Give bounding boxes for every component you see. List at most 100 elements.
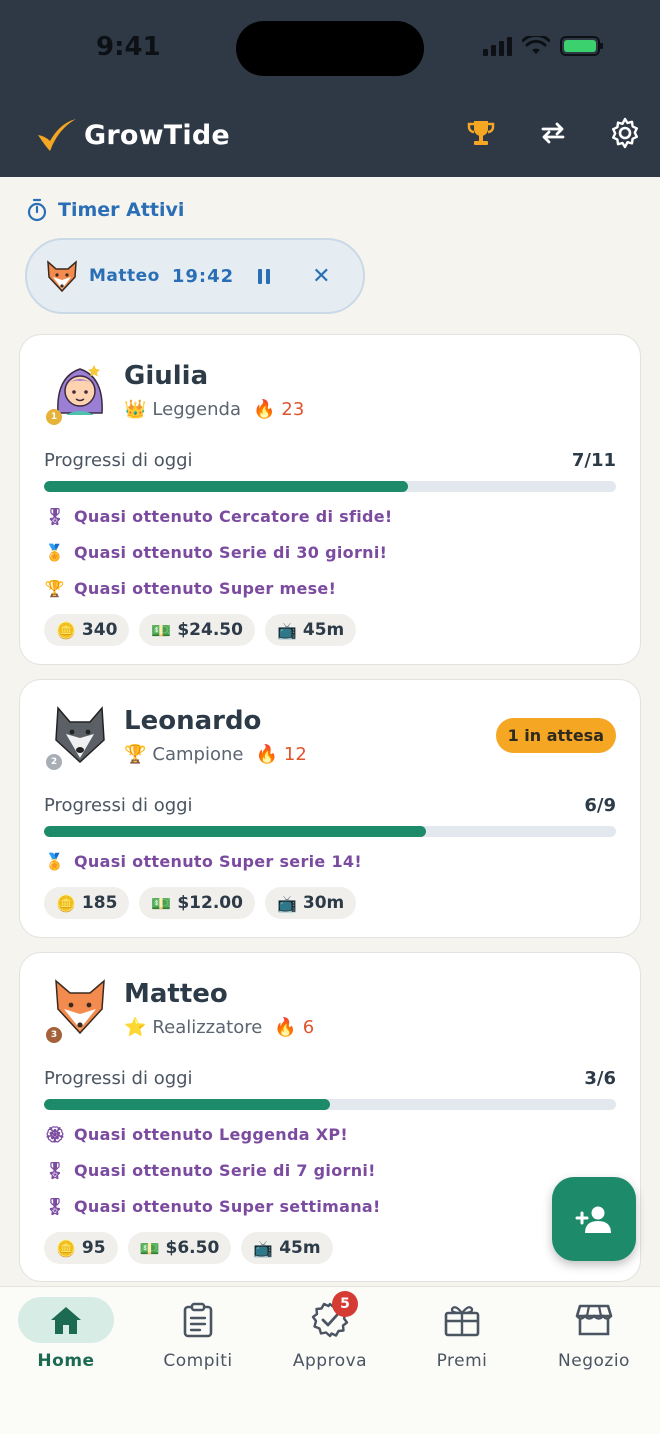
settings-button[interactable] [608, 116, 642, 150]
tv-icon: 📺 [253, 1238, 274, 1258]
tab-home[interactable]: Home [6, 1297, 126, 1371]
progress-bar [44, 481, 616, 492]
fire-icon: 🔥 [253, 399, 276, 420]
kid-name: Giulia [124, 361, 209, 391]
trophy-icon [467, 121, 495, 145]
fire-icon: 🔥 [255, 744, 278, 765]
swap-icon [541, 122, 565, 144]
streak-count: 23 [281, 399, 305, 420]
home-icon [51, 1307, 81, 1334]
brand: GrowTide [36, 117, 230, 153]
achievement-item: 🏵 Quasi ottenuto Leggenda XP! [44, 1122, 616, 1146]
tv-icon: 📺 [276, 893, 297, 913]
kid-level: Leggenda [152, 399, 241, 420]
coins-icon: 🪙 [56, 1238, 76, 1258]
store-icon [575, 1304, 613, 1336]
pending-badge[interactable]: 1 in attesa [495, 718, 616, 753]
dynamic-island [236, 21, 424, 76]
kid-card-giulia[interactable]: 1 Giulia 👑 Leggenda 🔥 23 Progressi di og… [19, 334, 641, 665]
progress-label: Progressi di oggi [44, 1068, 193, 1089]
star-icon: ⭐ [124, 1017, 147, 1038]
ribbon-medal-icon: 🎖 [44, 1160, 66, 1180]
star-medal-icon: 🏅 [44, 851, 66, 871]
trophy-small-icon: 🏆 [44, 578, 66, 598]
trophy-badge-icon: 🏆 [124, 744, 147, 765]
streak-count: 12 [283, 744, 307, 765]
avatar: 2 [46, 704, 110, 770]
progress-label: Progressi di oggi [44, 795, 193, 816]
status-icons [483, 36, 603, 56]
avatar: 3 [46, 977, 110, 1043]
coins-chip: 🪙 185 [44, 887, 130, 919]
timer-elapsed: 19:42 [171, 265, 235, 287]
status-time: 9:41 [96, 32, 161, 62]
pause-button[interactable] [258, 268, 271, 284]
bottom-tab-bar: Home Compiti 5 Approva Premi Negozio [0, 1286, 660, 1434]
gift-icon [444, 1306, 480, 1337]
coins-icon: 🪙 [56, 893, 76, 913]
achievement-item: 🏅 Quasi ottenuto Serie di 30 giorni! [44, 540, 616, 564]
screen-time-chip: 📺 45m [241, 1232, 333, 1264]
kid-level: Campione [152, 744, 244, 765]
stop-timer-button[interactable]: ✕ [312, 264, 330, 289]
tab-premi[interactable]: Premi [402, 1297, 522, 1371]
kid-card-leonardo[interactable]: 2 Leonardo 🏆 Campione 🔥 12 1 in attesa P… [19, 679, 641, 938]
screen-time-chip: 📺 45m [264, 614, 357, 646]
logo-icon [38, 119, 76, 151]
achievement-item: 🏆 Quasi ottenuto Super mese! [44, 576, 616, 600]
coins-icon: 🪙 [56, 620, 76, 640]
progress-label: Progressi di oggi [44, 450, 193, 471]
ribbon-medal-icon: 🎖 [44, 1196, 66, 1216]
rank-medal: 2 [46, 754, 62, 770]
timers-header: Timer Attivi [26, 198, 184, 222]
achievement-item: 🏅 Quasi ottenuto Super serie 14! [44, 849, 616, 873]
add-user-icon [575, 1206, 611, 1233]
switch-button[interactable] [536, 116, 570, 150]
tab-negozio[interactable]: Negozio [534, 1297, 654, 1371]
money-chip: 💵 $24.50 [139, 614, 255, 646]
kid-card-matteo[interactable]: 3 Matteo ⭐ Realizzatore 🔥 6 Progressi di… [19, 952, 641, 1282]
app-header: 9:41 GrowTide [0, 0, 660, 177]
money-chip: 💵 $12.00 [139, 887, 255, 919]
achievement-item: 🎖 Quasi ottenuto Cercatore di sfide! [44, 504, 616, 528]
progress-bar [44, 826, 616, 837]
money-icon: 💵 [139, 1238, 160, 1258]
screen-time-chip: 📺 30m [264, 887, 357, 919]
tab-compiti[interactable]: Compiti [138, 1297, 258, 1371]
stopwatch-icon [27, 198, 47, 222]
rank-medal: 3 [46, 1027, 62, 1043]
clipboard-icon [183, 1302, 213, 1338]
achievement-item: 🎖 Quasi ottenuto Super settimana! [44, 1194, 616, 1218]
progress-value: 6/9 [584, 795, 616, 816]
money-icon: 💵 [151, 620, 172, 640]
wifi-icon [522, 36, 550, 54]
timers-title: Timer Attivi [58, 199, 185, 221]
tab-approva[interactable]: 5 Approva [270, 1291, 390, 1371]
money-chip: 💵 $6.50 [127, 1232, 232, 1264]
kid-level: Realizzatore [152, 1017, 263, 1038]
trophy-button[interactable] [464, 116, 498, 150]
crown-icon: 👑 [124, 399, 147, 420]
medal-2-icon: 🎖 [44, 506, 66, 526]
timer-kid-name: Matteo [89, 266, 160, 286]
battery-icon [560, 36, 603, 56]
money-icon: 💵 [151, 893, 172, 913]
active-timer[interactable]: Matteo 19:42 ✕ [25, 238, 365, 314]
rank-medal: 1 [46, 409, 62, 425]
app-name: GrowTide [84, 119, 230, 151]
gear-icon [612, 117, 638, 149]
add-kid-button[interactable] [552, 1177, 636, 1261]
coins-chip: 🪙 95 [44, 1232, 118, 1264]
tv-icon: 📺 [276, 620, 297, 640]
kid-name: Matteo [124, 979, 228, 1009]
achievement-item: 🎖 Quasi ottenuto Serie di 7 giorni! [44, 1158, 616, 1182]
progress-value: 7/11 [571, 450, 616, 471]
progress-value: 3/6 [584, 1068, 616, 1089]
fire-icon: 🔥 [274, 1017, 297, 1038]
star-medal-icon: 🏅 [44, 542, 66, 562]
progress-bar [44, 1099, 616, 1110]
signal-icon [483, 36, 512, 56]
approval-count-badge: 5 [332, 1291, 358, 1317]
avatar: 1 [46, 359, 110, 425]
coins-chip: 🪙 340 [44, 614, 130, 646]
